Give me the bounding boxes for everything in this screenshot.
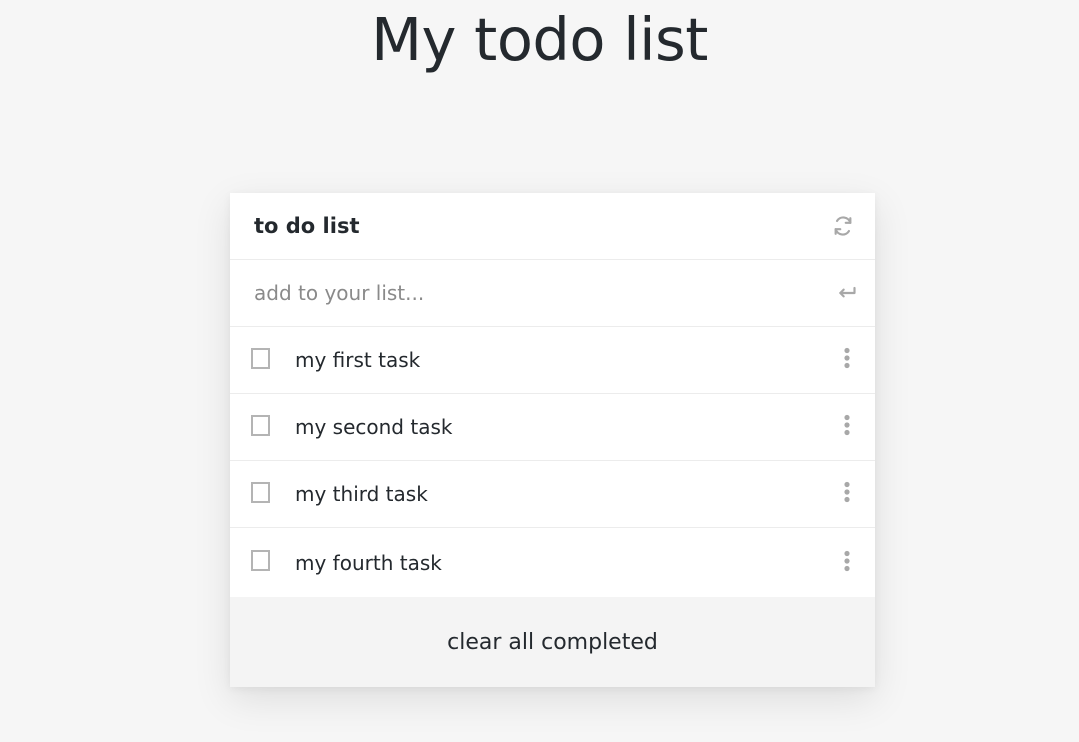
task-checkbox[interactable] bbox=[251, 347, 270, 369]
more-vertical-icon[interactable] bbox=[835, 413, 859, 437]
card-footer: clear all completed bbox=[230, 597, 875, 687]
add-task-row bbox=[230, 260, 875, 327]
card-title: to do list bbox=[254, 214, 360, 238]
refresh-icon[interactable] bbox=[831, 214, 855, 238]
card-header: to do list bbox=[230, 193, 875, 260]
task-label: my second task bbox=[295, 415, 453, 439]
page-title: My todo list bbox=[371, 5, 708, 74]
more-vertical-icon[interactable] bbox=[835, 549, 859, 573]
enter-icon[interactable] bbox=[835, 281, 859, 305]
task-checkbox[interactable] bbox=[251, 550, 270, 571]
task-row: my second task bbox=[230, 394, 875, 461]
task-checkbox[interactable] bbox=[251, 481, 270, 503]
task-row: my first task bbox=[230, 327, 875, 394]
task-row: my fourth task bbox=[230, 528, 875, 597]
more-vertical-icon[interactable] bbox=[835, 480, 859, 504]
task-checkbox[interactable] bbox=[251, 414, 270, 436]
task-label: my first task bbox=[295, 348, 421, 372]
clear-completed-button[interactable]: clear all completed bbox=[431, 622, 674, 663]
task-label: my third task bbox=[295, 482, 428, 506]
add-task-input[interactable] bbox=[254, 281, 835, 305]
task-label: my fourth task bbox=[295, 550, 442, 575]
task-list: my first task my second task my third ta… bbox=[230, 327, 875, 597]
todo-card: to do list my first task bbox=[230, 193, 875, 687]
task-row: my third task bbox=[230, 461, 875, 528]
more-vertical-icon[interactable] bbox=[835, 346, 859, 370]
